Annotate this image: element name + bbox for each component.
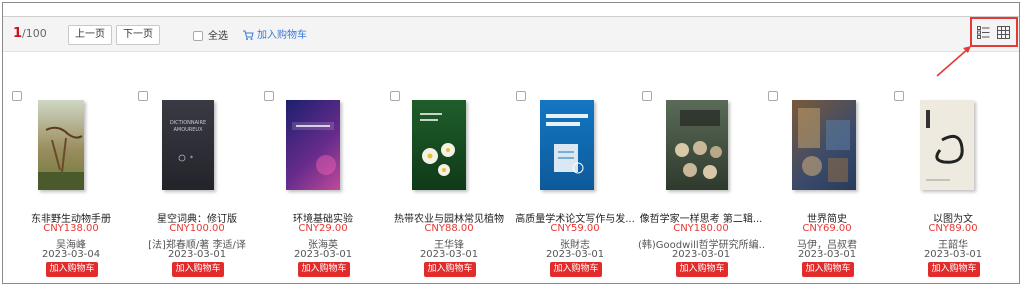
book-cover-art xyxy=(292,122,336,175)
book-date: 2023-03-01 xyxy=(923,249,983,260)
svg-text:AMOUREUX: AMOUREUX xyxy=(173,127,203,133)
select-all-label: 全选 xyxy=(208,31,228,42)
select-all-checkbox[interactable] xyxy=(193,31,203,41)
book-cover[interactable] xyxy=(540,100,594,190)
add-to-cart-button[interactable]: 加入购物车 xyxy=(676,262,728,277)
svg-text:DICTIONNAIRE: DICTIONNAIRE xyxy=(170,120,206,126)
book-cover[interactable] xyxy=(412,100,466,190)
book-checkbox[interactable] xyxy=(138,91,148,101)
book-date: 2023-03-04 xyxy=(41,249,101,260)
book-card[interactable]: 像哲学家一样思考 第二辑... CNY180.00 (韩)Goodwill哲学研… xyxy=(638,88,764,286)
book-checkbox[interactable] xyxy=(516,91,526,101)
book-cover[interactable] xyxy=(38,100,84,190)
add-to-cart-button[interactable]: 加入购物车 xyxy=(172,262,224,277)
book-card[interactable]: DICTIONNAIRE AMOUREUX * 星空词典：修订版 CNY100.… xyxy=(134,88,260,286)
book-cover-art xyxy=(675,110,722,179)
book-card[interactable]: 以图为文 CNY89.00 王韶华 2023-03-01 加入购物车 xyxy=(890,88,1016,286)
prev-page-button[interactable]: 上一页 xyxy=(68,25,112,45)
book-checkbox[interactable] xyxy=(264,91,274,101)
book-cover-art xyxy=(38,126,84,190)
book-cover[interactable] xyxy=(792,100,856,190)
add-to-cart-button[interactable]: 加入购物车 xyxy=(802,262,854,277)
book-price: CNY180.00 xyxy=(673,223,729,234)
book-date: 2023-03-01 xyxy=(671,249,731,260)
add-to-cart-link[interactable]: 加入购物车 xyxy=(242,26,307,41)
book-cover[interactable]: DICTIONNAIRE AMOUREUX * xyxy=(162,100,214,190)
book-checkbox[interactable] xyxy=(894,91,904,101)
book-cover-art xyxy=(798,108,850,182)
book-date: 2023-03-01 xyxy=(293,249,353,260)
book-cover-art: DICTIONNAIRE AMOUREUX * xyxy=(170,120,206,162)
annotation-arrow xyxy=(936,46,971,77)
book-checkbox[interactable] xyxy=(768,91,778,101)
book-cover-art xyxy=(546,114,588,174)
grid-view-icon[interactable] xyxy=(997,26,1010,39)
book-price: CNY100.00 xyxy=(169,223,225,234)
add-to-cart-label: 加入购物车 xyxy=(257,30,307,41)
book-price: CNY69.00 xyxy=(802,223,852,234)
add-to-cart-button[interactable]: 加入购物车 xyxy=(46,262,98,277)
book-card[interactable]: 热带农业与园林常见植物 CNY88.00 王华锋 2023-03-01 加入购物… xyxy=(386,88,512,286)
book-cover[interactable] xyxy=(920,100,974,190)
book-date: 2023-03-01 xyxy=(545,249,605,260)
svg-text:*: * xyxy=(190,155,193,162)
book-price: CNY88.00 xyxy=(424,223,474,234)
book-date: 2023-03-01 xyxy=(797,249,857,260)
page-current: 1 xyxy=(13,26,23,41)
book-cover[interactable] xyxy=(286,100,340,190)
book-cover-art xyxy=(420,113,455,176)
book-checkbox[interactable] xyxy=(12,91,22,101)
select-all[interactable]: 全选 xyxy=(193,27,228,42)
add-to-cart-button[interactable]: 加入购物车 xyxy=(298,262,350,277)
book-card[interactable]: 东非野生动物手册 CNY138.00 吴海峰 2023-03-04 加入购物车 xyxy=(8,88,134,286)
book-date: 2023-03-01 xyxy=(419,249,479,260)
book-cover[interactable] xyxy=(666,100,728,190)
list-toolbar: 1/100 上一页 下一页 全选 加入购物车 xyxy=(3,16,1019,52)
cart-icon xyxy=(243,30,254,40)
book-checkbox[interactable] xyxy=(390,91,400,101)
add-to-cart-button[interactable]: 加入购物车 xyxy=(424,262,476,277)
book-price: CNY59.00 xyxy=(550,223,600,234)
view-toggle-group xyxy=(970,17,1018,47)
add-to-cart-button[interactable]: 加入购物车 xyxy=(550,262,602,277)
book-price: CNY138.00 xyxy=(43,223,99,234)
book-checkbox[interactable] xyxy=(642,91,652,101)
page-indicator: 1/100 xyxy=(13,26,47,41)
book-card[interactable]: 环境基础实验 CNY29.00 张海英 2023-03-01 加入购物车 xyxy=(260,88,386,286)
add-to-cart-button[interactable]: 加入购物车 xyxy=(928,262,980,277)
book-card[interactable]: 高质量学术论文写作与发... CNY59.00 张財志 2023-03-01 加… xyxy=(512,88,638,286)
list-view-icon[interactable] xyxy=(977,26,990,39)
book-date: 2023-03-01 xyxy=(167,249,227,260)
book-price: CNY29.00 xyxy=(298,223,348,234)
book-card[interactable]: 世界简史 CNY69.00 马伊，吕叔君 2023-03-01 加入购物车 xyxy=(764,88,890,286)
book-price: CNY89.00 xyxy=(928,223,978,234)
next-page-button[interactable]: 下一页 xyxy=(116,25,160,45)
book-cover-art xyxy=(926,110,964,181)
page-total: /100 xyxy=(22,27,47,40)
